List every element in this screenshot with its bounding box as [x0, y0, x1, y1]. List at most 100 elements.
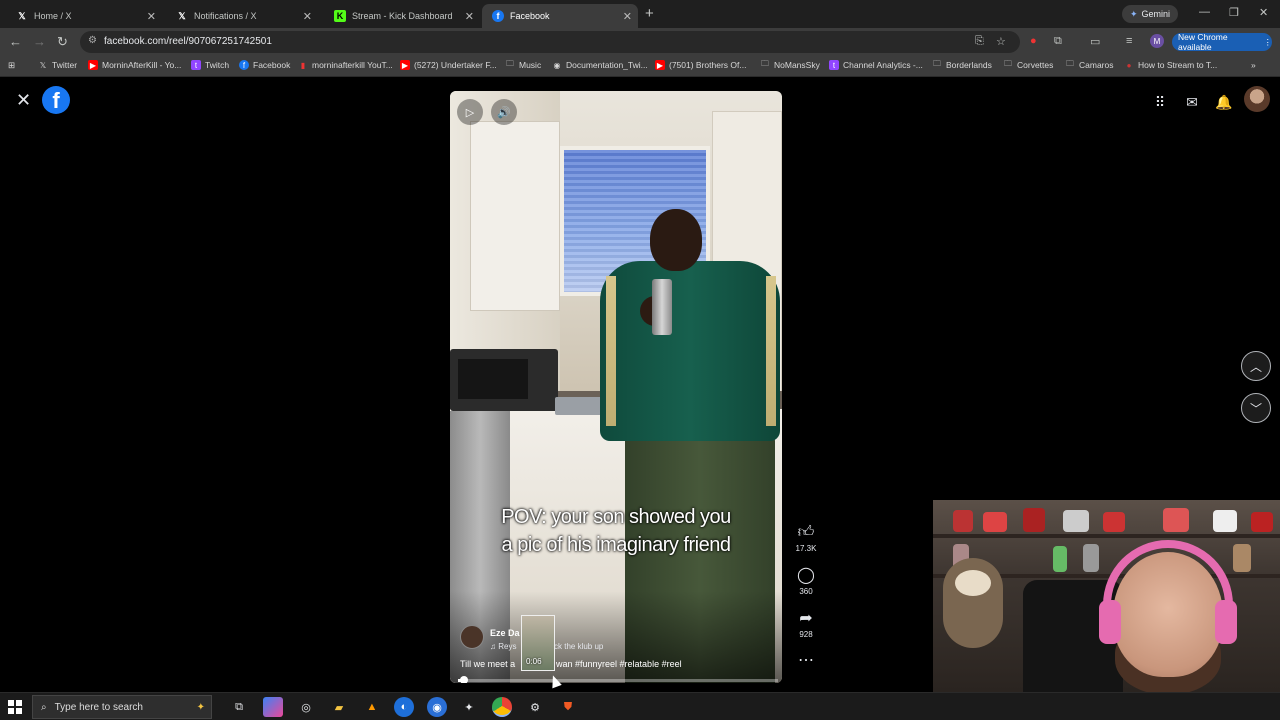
- gemini-label: Gemini: [1141, 9, 1171, 19]
- close-icon[interactable]: ✕: [16, 90, 31, 111]
- sparkle-icon: ✦: [196, 701, 205, 713]
- bookmark-documentation[interactable]: ◉ Documentation_Twi...: [552, 60, 648, 70]
- close-tab-icon[interactable]: ✕: [465, 10, 474, 23]
- bookmark-twitch[interactable]: t Twitch: [191, 60, 229, 70]
- twitch-icon: t: [191, 60, 201, 70]
- gemini-button[interactable]: ✦ Gemini: [1122, 5, 1179, 23]
- obs-icon[interactable]: ◎: [296, 697, 316, 717]
- github-icon: ◉: [553, 60, 561, 70]
- menu-grid-icon[interactable]: ⠿: [1146, 88, 1174, 116]
- avatar[interactable]: [1244, 86, 1270, 112]
- new-chrome-available-button[interactable]: New Chrome available ⋮: [1172, 32, 1272, 52]
- creator-avatar[interactable]: [460, 625, 484, 649]
- like-button[interactable]: 👍︎ 17.3K: [792, 524, 820, 553]
- close-tab-icon[interactable]: ✕: [303, 10, 312, 23]
- bookmark-morninafterkill-youtube[interactable]: ▶ MorninAfterKill - Yo...: [88, 60, 181, 70]
- bookmark-folder-music[interactable]: 🗀 Music: [505, 59, 541, 70]
- steam-icon[interactable]: ◉: [427, 697, 447, 717]
- description-start: Till we meet a: [460, 659, 516, 669]
- bookmark-folder-corvettes[interactable]: 🗀 Corvettes: [1003, 59, 1053, 70]
- tab-notifications-x[interactable]: 𝕏 Notifications / X ✕: [166, 4, 318, 28]
- back-icon[interactable]: ←: [9, 34, 22, 49]
- install-app-icon[interactable]: ⎘: [975, 35, 984, 48]
- comment-icon: ◯: [797, 567, 815, 584]
- extension-record-icon[interactable]: ●: [1030, 35, 1037, 47]
- shelf: [933, 534, 1280, 538]
- tab-title: Notifications / X: [194, 11, 257, 21]
- description-hashtags[interactable]: wan #funnyreel #relatable #reel: [556, 659, 682, 669]
- bookmark-brothers-of[interactable]: ▶ (7501) Brothers Of...: [655, 60, 746, 70]
- close-window-icon[interactable]: ✕: [1259, 6, 1268, 19]
- shoe-box: [953, 510, 973, 532]
- next-reel-button[interactable]: ﹀: [1241, 393, 1271, 423]
- music-label-end[interactable]: ck the klub up: [554, 642, 603, 651]
- side-panel-icon[interactable]: ▭: [1090, 35, 1100, 48]
- bookmark-channel-analytics[interactable]: t Channel Analytics -...: [829, 60, 923, 70]
- forward-icon[interactable]: →: [33, 34, 46, 49]
- music-label-start[interactable]: ♫ Reys: [490, 642, 516, 651]
- new-tab-button[interactable]: +: [645, 5, 654, 22]
- folder-icon: 🗀: [1066, 59, 1074, 68]
- streamer-webcam: [933, 500, 1280, 692]
- comment-button[interactable]: ◯ 360: [792, 567, 820, 596]
- jacket-stripe: [606, 276, 616, 426]
- notifications-bell-icon[interactable]: 🔔: [1210, 88, 1238, 116]
- bookmark-folder-camaros[interactable]: 🗀 Camaros: [1065, 59, 1113, 70]
- share-arrow-icon: ➦: [799, 610, 813, 627]
- tab-kick-dashboard[interactable]: K Stream - Kick Dashboard ✕: [324, 4, 480, 28]
- youtube-icon: ▶: [400, 60, 410, 70]
- previous-reel-button[interactable]: ︿: [1241, 351, 1271, 381]
- windows-start-icon[interactable]: [8, 700, 22, 714]
- chrome-icon[interactable]: [492, 697, 512, 717]
- bookmark-folder-borderlands[interactable]: 🗀 Borderlands: [932, 59, 992, 70]
- bookmark-facebook[interactable]: f Facebook: [239, 60, 290, 70]
- apps-grid-icon[interactable]: ⊞: [8, 60, 15, 71]
- file-explorer-icon[interactable]: ▰: [329, 697, 349, 717]
- close-tab-icon[interactable]: ✕: [623, 10, 632, 23]
- bookmark-twitter[interactable]: 𝕏 Twitter: [38, 60, 77, 70]
- more-options-button[interactable]: ⋯: [792, 652, 820, 670]
- close-tab-icon[interactable]: ✕: [147, 10, 156, 23]
- video-progress-bar[interactable]: [458, 676, 778, 683]
- brave-icon[interactable]: ⛊: [558, 697, 578, 717]
- bookmark-star-icon[interactable]: ☆: [996, 35, 1006, 48]
- minimize-icon[interactable]: —: [1199, 6, 1210, 18]
- profile-avatar[interactable]: M: [1150, 34, 1164, 48]
- youtube-icon: ▶: [655, 60, 665, 70]
- new-chrome-label: New Chrome available: [1178, 32, 1228, 52]
- settings-gear-icon[interactable]: ⚙: [525, 697, 545, 717]
- site-info-icon[interactable]: ⚙: [88, 35, 97, 46]
- bookmark-undertaker[interactable]: ▶ (5272) Undertaker F...: [400, 60, 497, 70]
- bookmark-how-to-stream[interactable]: ● How to Stream to T...: [1124, 60, 1218, 70]
- more-bookmarks-icon[interactable]: »: [1251, 60, 1256, 70]
- messenger-icon[interactable]: ✉: [1178, 88, 1206, 116]
- figurine: [1233, 544, 1251, 572]
- copilot-icon[interactable]: [263, 697, 283, 717]
- bookmark-label: (7501) Brothers Of...: [669, 60, 747, 70]
- bookmark-folder-nomanssky[interactable]: 🗀 NoMansSky: [760, 59, 820, 70]
- folder-icon: 🗀: [1004, 59, 1012, 68]
- share-button[interactable]: ➦ 928: [792, 610, 820, 639]
- extensions-icon[interactable]: ⧉: [1054, 35, 1062, 48]
- chevron-up-icon: ︿: [1249, 359, 1262, 374]
- address-bar[interactable]: ⚙ facebook.com/reel/907067251742501: [80, 31, 1020, 53]
- facebook-logo-icon[interactable]: f: [42, 86, 70, 114]
- play-icon[interactable]: ▷: [457, 99, 483, 125]
- volume-icon[interactable]: 🔊: [491, 99, 517, 125]
- folder-icon: 🗀: [933, 59, 941, 68]
- browser-app-icon[interactable]: ◐: [394, 697, 414, 717]
- thumbs-up-icon: 👍︎: [797, 524, 815, 541]
- taskbar-search[interactable]: ⌕ Type here to search ✦: [32, 695, 212, 719]
- reel-video[interactable]: ▷ 🔊 POV: your son showed you a pic of hi…: [450, 91, 782, 683]
- progress-handle[interactable]: [460, 676, 469, 683]
- bookmark-morninafterkill-youtube-2[interactable]: ▮ morninafterkill YouT...: [298, 60, 393, 70]
- game-app-icon[interactable]: ✦: [459, 697, 479, 717]
- creator-name[interactable]: Eze Da: [490, 628, 520, 638]
- tab-facebook[interactable]: f Facebook ✕: [482, 4, 638, 28]
- task-view-icon[interactable]: ⧉: [229, 697, 249, 717]
- media-controls-icon[interactable]: ≡: [1126, 35, 1132, 47]
- vlc-icon[interactable]: ▲: [362, 697, 382, 717]
- tab-home-x[interactable]: 𝕏 Home / X ✕: [6, 4, 162, 28]
- reload-icon[interactable]: ↻: [57, 34, 68, 50]
- restore-icon[interactable]: ❐: [1229, 6, 1239, 19]
